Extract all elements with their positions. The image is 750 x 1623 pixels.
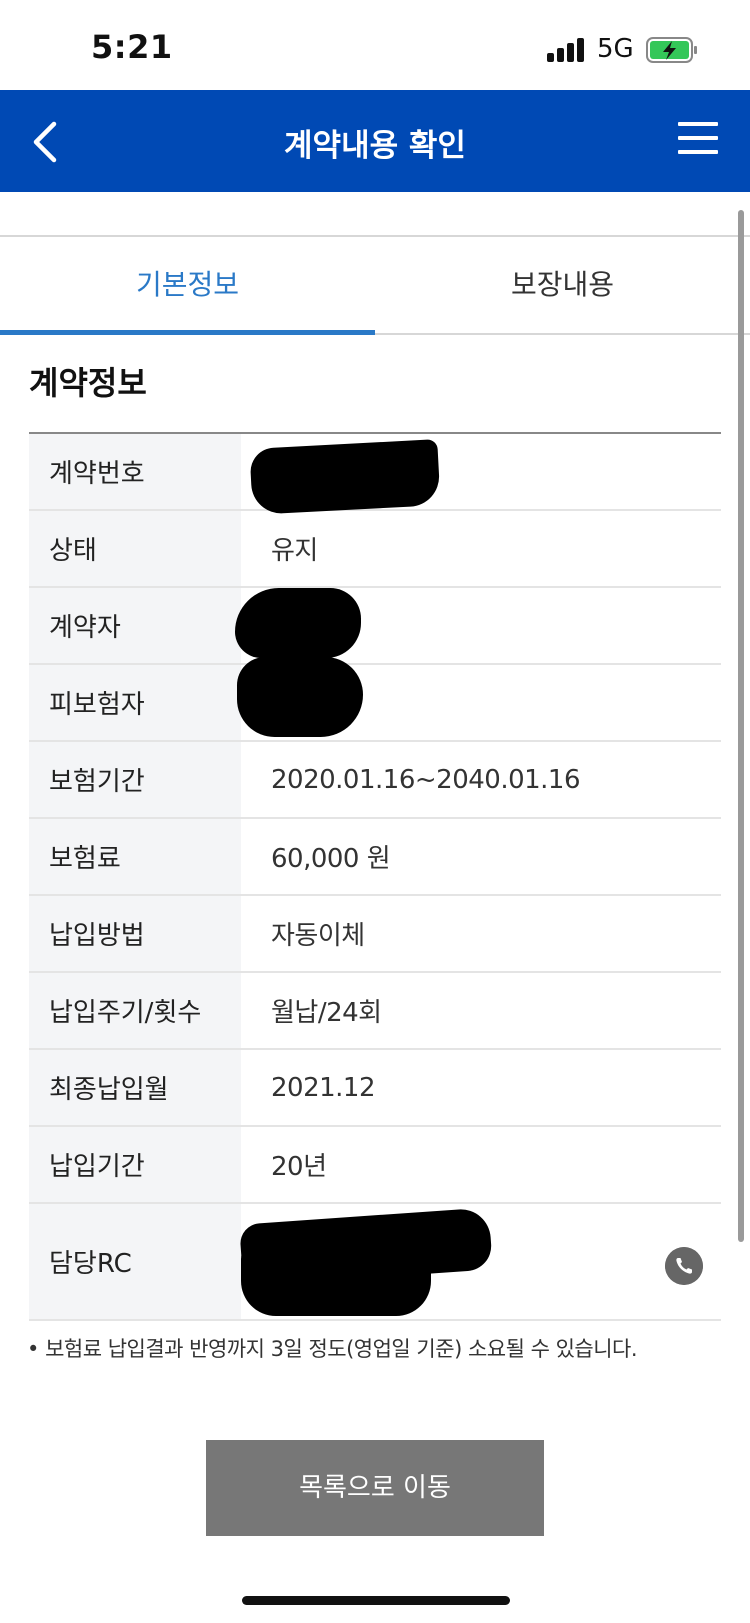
status-bar: 5:21 5G [0, 0, 750, 90]
app-header: 계약내용 확인 [0, 90, 750, 192]
redaction-mark [237, 657, 363, 737]
redaction-mark [235, 588, 361, 658]
row-label: 납입기간 [29, 1127, 241, 1202]
row-label: 담당RC [29, 1204, 241, 1319]
row-label: 계약자 [29, 588, 241, 663]
redaction-mark [241, 1244, 431, 1316]
hamburger-menu-icon[interactable] [678, 120, 722, 160]
table-row: 납입주기/횟수 월납/24회 [29, 973, 721, 1050]
tab-coverage[interactable]: 보장내용 [375, 237, 750, 333]
cellular-signal-icon [547, 38, 587, 62]
row-value: 60,000 원 [271, 844, 391, 874]
row-value: 유지 [271, 536, 318, 566]
row-value: 20년 [271, 1152, 327, 1182]
row-label: 피보험자 [29, 665, 241, 740]
battery-charging-icon [646, 37, 697, 63]
table-row: 담당RC [29, 1204, 721, 1321]
section-title: 계약정보 [29, 364, 147, 402]
table-row: 최종납입월 2021.12 [29, 1050, 721, 1127]
table-row: 상태 유지 [29, 511, 721, 588]
payment-notice: • 보험료 납입결과 반영까지 3일 정도(영업일 기준) 소요될 수 있습니다… [27, 1333, 638, 1363]
row-label: 납입주기/횟수 [29, 973, 241, 1048]
row-label: 상태 [29, 511, 241, 586]
table-row: 납입기간 20년 [29, 1127, 721, 1204]
contract-info-table: 계약번호 상태 유지 계약자 피보험자 보험기간 2020.01.16~2040… [29, 432, 721, 1321]
row-value: 2021.12 [271, 1072, 376, 1103]
row-value: 2020.01.16~2040.01.16 [271, 764, 581, 795]
notice-text: 보험료 납입결과 반영까지 3일 정도(영업일 기준) 소요될 수 있습니다. [45, 1337, 638, 1361]
table-row: 계약번호 [29, 434, 721, 515]
table-row: 납입방법 자동이체 [29, 896, 721, 973]
row-value: 월납/24회 [271, 998, 382, 1028]
go-to-list-button[interactable]: 목록으로 이동 [206, 1440, 544, 1536]
row-label: 계약번호 [29, 434, 241, 509]
row-label: 보험기간 [29, 742, 241, 817]
row-label: 보험료 [29, 819, 241, 894]
tab-bar: 기본정보 보장내용 [0, 235, 750, 335]
table-row: 보험료 60,000 원 [29, 819, 721, 896]
scrollbar[interactable] [738, 210, 744, 1242]
row-value: 자동이체 [271, 921, 365, 951]
network-type: 5G [597, 34, 634, 64]
table-row: 피보험자 [29, 657, 721, 742]
table-row: 계약자 [29, 588, 721, 665]
redaction-mark [249, 439, 441, 515]
row-label: 납입방법 [29, 896, 241, 971]
table-row: 보험기간 2020.01.16~2040.01.16 [29, 742, 721, 819]
bullet-icon: • [27, 1337, 46, 1361]
home-indicator[interactable] [242, 1596, 510, 1605]
row-label: 최종납입월 [29, 1050, 241, 1125]
phone-call-icon[interactable] [665, 1247, 703, 1285]
page-title: 계약내용 확인 [284, 128, 466, 164]
status-time: 5:21 [91, 28, 173, 66]
tab-basic-info[interactable]: 기본정보 [0, 237, 375, 335]
